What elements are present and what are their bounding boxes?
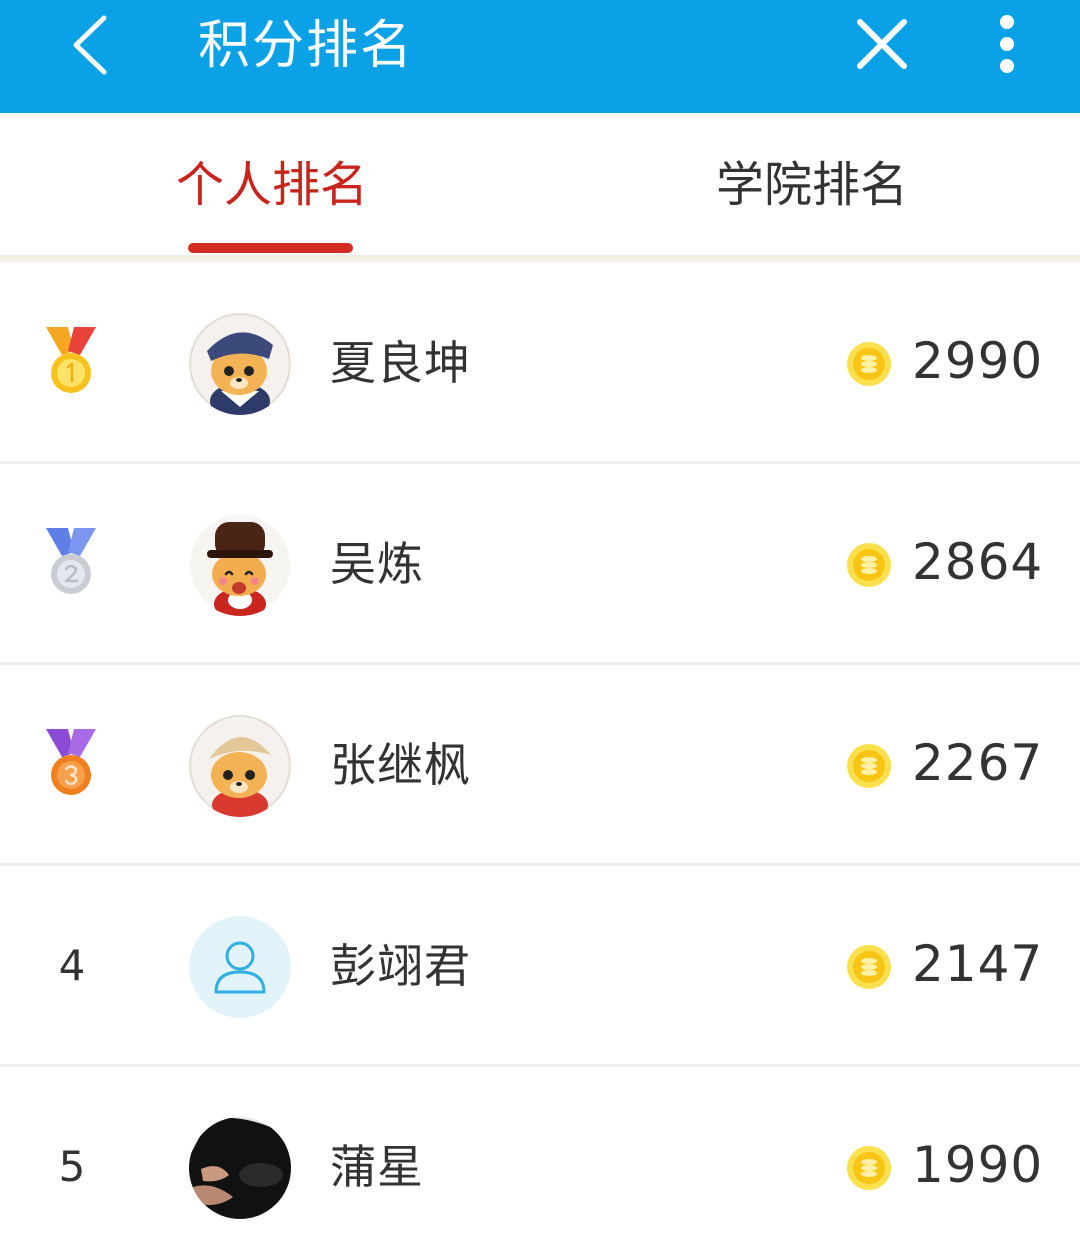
user-name: 蒲星 [330,1140,424,1194]
ranking-row[interactable]: 4 彭翊君 2147 [0,866,1080,1067]
close-icon[interactable] [848,10,916,78]
user-name: 彭翊君 [330,939,471,993]
gold-coin-icon [847,543,891,587]
cartoon-dog-avatar [189,715,291,817]
gold-coin-icon [847,744,891,788]
ranking-row[interactable]: 5 蒲星 1990 [0,1067,1080,1257]
score-value: 2864 [912,533,1044,591]
gold-coin-icon [847,1146,891,1190]
gold-medal-icon [46,327,96,393]
score-value: 1990 [912,1136,1044,1194]
score-value: 2147 [912,935,1044,993]
user-name: 吴炼 [330,537,424,591]
score-value: 2990 [912,332,1044,390]
tab-college-ranking[interactable]: 学院排名 [716,155,908,215]
default-user-icon [189,916,291,1018]
silver-medal-icon [46,528,96,594]
active-tab-indicator [188,243,353,253]
tab-bar: 个人排名 学院排名 [0,113,1080,258]
rank-number: 4 [58,941,86,990]
score-value: 2267 [912,734,1044,792]
page-title: 积分排名 [198,16,415,76]
gold-coin-icon [847,945,891,989]
top-app-bar: 积分排名 [0,0,1080,113]
cartoon-dog-avatar [190,515,290,616]
gold-coin-icon [847,342,891,386]
more-vertical-icon[interactable] [982,10,1032,80]
ranking-row[interactable]: 夏良坤 2990 [0,263,1080,464]
bronze-medal-icon [46,729,96,795]
tab-personal-ranking[interactable]: 个人排名 [176,155,368,215]
cartoon-dog-avatar [189,313,291,415]
ranking-row[interactable]: 吴炼 2864 [0,464,1080,665]
back-arrow-icon[interactable] [60,10,124,80]
user-name: 夏良坤 [330,336,471,390]
ranking-list: 夏良坤 2990 吴炼 2864 张继枫 2267 4 彭翊君 2147 5 蒲… [0,263,1080,1257]
ranking-row[interactable]: 张继枫 2267 [0,665,1080,866]
user-name: 张继枫 [330,738,471,792]
photo-avatar [189,1117,291,1219]
rank-number: 5 [58,1142,86,1191]
